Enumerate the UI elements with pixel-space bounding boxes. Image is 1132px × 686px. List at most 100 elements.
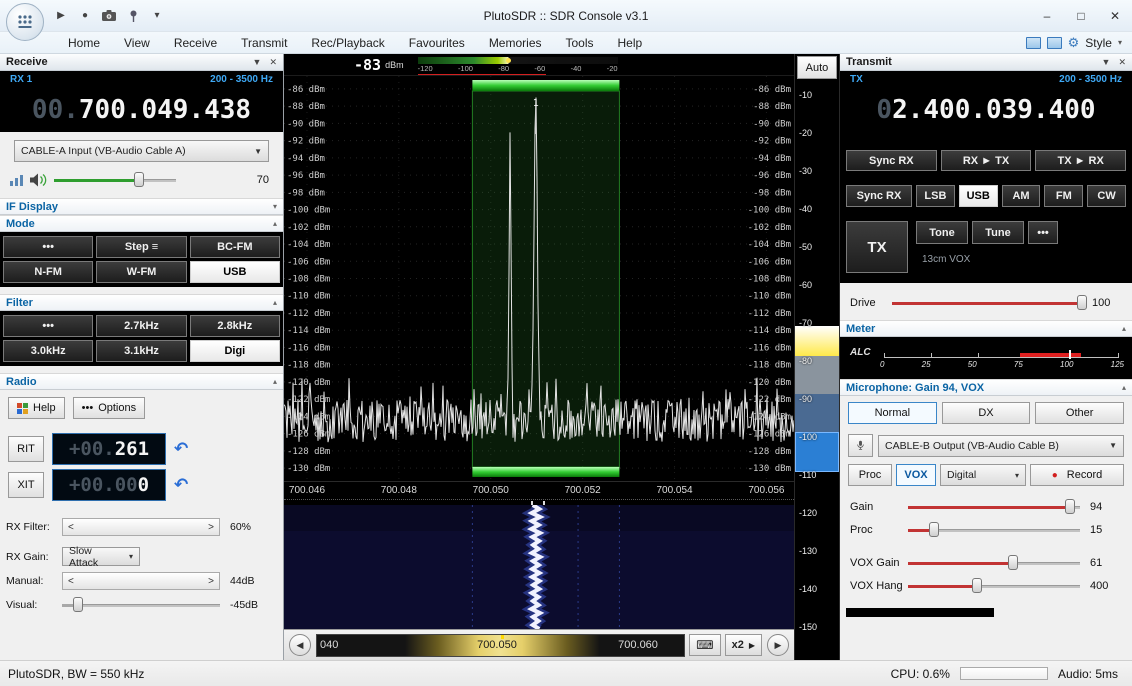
microphone-section-header[interactable]: Microphone: Gain 94, VOX ▴	[840, 379, 1132, 396]
meter-collapse-icon[interactable]: ▴	[1122, 324, 1126, 333]
tx-mode-lsb-button[interactable]: LSB	[916, 185, 955, 207]
tx-frequency-display[interactable]: 02.400.039.400	[840, 87, 1132, 132]
tab-favourites[interactable]: Favourites	[397, 32, 477, 54]
levels-icon[interactable]	[10, 174, 24, 186]
vox-hang-slider[interactable]	[908, 577, 1080, 594]
waterfall-separator[interactable]	[284, 499, 794, 505]
style-caret-icon[interactable]: ▾	[1118, 38, 1122, 47]
rit-display[interactable]: +00.261	[52, 433, 166, 465]
pin-icon[interactable]	[124, 7, 142, 25]
speaker-icon[interactable]	[30, 173, 48, 187]
rx-input-device-select[interactable]: CABLE-A Input (VB-Audio Cable A) ▼	[14, 140, 269, 162]
tab-transmit[interactable]: Transmit	[229, 32, 299, 54]
tx-mode-usb-button[interactable]: USB	[959, 185, 998, 207]
mode-section-header[interactable]: Mode ▴	[0, 215, 283, 232]
spinner-right-icon[interactable]: >	[208, 522, 214, 533]
tab-receive[interactable]: Receive	[162, 32, 229, 54]
tune-button[interactable]: Tune	[972, 221, 1024, 244]
style-menu[interactable]: Style	[1085, 36, 1112, 50]
palette-block-yellow[interactable]	[795, 326, 839, 356]
vox-gain-slider[interactable]	[908, 554, 1080, 571]
mode-wfm-button[interactable]: W-FM	[96, 261, 186, 283]
filter-3k0-button[interactable]: 3.0kHz	[3, 340, 93, 362]
transmit-panel-collapse-icon[interactable]: ▼	[1102, 57, 1111, 68]
app-menu-orb[interactable]	[6, 3, 44, 41]
qat-dropdown-icon[interactable]: ▾	[148, 7, 166, 25]
filter-3k1-button[interactable]: 3.1kHz	[96, 340, 186, 362]
filter-2k8-button[interactable]: 2.8kHz	[190, 315, 280, 337]
proc-slider[interactable]	[908, 521, 1080, 538]
tone-button[interactable]: Tone	[916, 221, 968, 244]
spinner-right-icon[interactable]: >	[208, 576, 214, 587]
waterfall-palette-scale[interactable]: -10-20-30-40-50-60-70-80-90-100-110-120-…	[795, 82, 839, 660]
visual-gain-slider[interactable]	[62, 596, 220, 613]
transmit-panel-close-icon[interactable]: ✕	[1118, 57, 1126, 68]
sync-rx-button[interactable]: Sync RX	[846, 150, 937, 171]
nav-right-icon[interactable]: ▶	[767, 634, 789, 656]
filter-more-button[interactable]: •••	[3, 315, 93, 337]
mode-collapse-icon[interactable]: ▴	[273, 219, 277, 228]
filter-collapse-icon[interactable]: ▴	[273, 298, 277, 307]
filter-section-header[interactable]: Filter ▴	[0, 294, 283, 311]
rx-frequency-display[interactable]: 00.700.049.438	[0, 87, 283, 132]
record-button[interactable]: ● Record	[1030, 464, 1124, 486]
tx-frequency-digits[interactable]: 2.400.039.400	[892, 95, 1096, 125]
tx-mode-cw-button[interactable]: CW	[1087, 185, 1126, 207]
filter-2k7-button[interactable]: 2.7kHz	[96, 315, 186, 337]
record-icon[interactable]: ●	[76, 7, 94, 25]
nav-left-icon[interactable]: ◀	[289, 634, 311, 656]
mode-usb-button[interactable]: USB	[190, 261, 280, 283]
minimize-button[interactable]: –	[1030, 3, 1064, 29]
receive-panel-collapse-icon[interactable]: ▼	[253, 57, 262, 68]
mode-more-button[interactable]: •••	[3, 236, 93, 258]
monitor-icon[interactable]	[1026, 37, 1041, 49]
tx-mode-am-button[interactable]: AM	[1002, 185, 1041, 207]
tab-rec-playback[interactable]: Rec/Playback	[299, 32, 396, 54]
tab-help[interactable]: Help	[606, 32, 655, 54]
tx-ptt-button[interactable]: TX	[846, 221, 908, 273]
meter-section-header[interactable]: Meter ▴	[840, 320, 1132, 337]
options-button[interactable]: ••• Options	[73, 397, 145, 419]
rit-undo-icon[interactable]: ↶	[174, 439, 188, 459]
mode-nfm-button[interactable]: N-FM	[3, 261, 93, 283]
mic-other-button[interactable]: Other	[1035, 402, 1124, 424]
band-overview-strip[interactable]: 040 700.050 700.060	[316, 634, 685, 657]
close-button[interactable]: ✕	[1098, 3, 1132, 29]
gain-slider[interactable]	[908, 498, 1080, 515]
mode-bcfm-button[interactable]: BC-FM	[190, 236, 280, 258]
style-gear-icon[interactable]: ⚙	[1068, 35, 1080, 51]
play-icon[interactable]: ▶	[52, 7, 70, 25]
vox-button[interactable]: VOX	[896, 464, 936, 486]
xit-undo-icon[interactable]: ↶	[174, 475, 188, 495]
spinner-left-icon[interactable]: <	[68, 576, 74, 587]
spectrum-plot[interactable]: 1-86 dBm-86 dBm-88 dBm-88 dBm-90 dBm-90 …	[284, 76, 794, 481]
mic-dx-button[interactable]: DX	[942, 402, 1031, 424]
tx-frequency-dim-digits[interactable]: 0	[876, 95, 892, 125]
manual-gain-spinner[interactable]: < >	[62, 572, 220, 590]
mode-step-button[interactable]: Step ≡	[96, 236, 186, 258]
if-display-collapse-icon[interactable]: ▾	[273, 202, 277, 211]
rx-gain-select[interactable]: Slow Attack ▾	[62, 547, 140, 566]
receive-panel-close-icon[interactable]: ✕	[269, 57, 277, 68]
if-display-section-header[interactable]: IF Display ▾	[0, 198, 283, 215]
xit-button[interactable]: XIT	[8, 472, 44, 498]
digital-select[interactable]: Digital ▾	[940, 464, 1026, 486]
rx-frequency-digits[interactable]: 700.049.438	[79, 95, 251, 125]
xit-display[interactable]: +00.000	[52, 469, 166, 501]
proc-button[interactable]: Proc	[848, 464, 892, 486]
zoom-button[interactable]: x2 ▶	[725, 634, 762, 656]
tx-more-button[interactable]: •••	[1028, 221, 1058, 244]
radio-collapse-icon[interactable]: ▴	[273, 377, 277, 386]
help-button[interactable]: Help	[8, 397, 65, 419]
monitor-icon-2[interactable]	[1047, 37, 1062, 49]
spinner-left-icon[interactable]: <	[68, 522, 74, 533]
maximize-button[interactable]: □	[1064, 3, 1098, 29]
radio-section-header[interactable]: Radio ▴	[0, 373, 283, 390]
tab-tools[interactable]: Tools	[554, 32, 606, 54]
mic-normal-button[interactable]: Normal	[848, 402, 937, 424]
volume-slider[interactable]	[54, 171, 176, 188]
microphone-button[interactable]	[848, 434, 873, 457]
tx-mode-fm-button[interactable]: FM	[1044, 185, 1083, 207]
sync-rx-mode-button[interactable]: Sync RX	[846, 185, 912, 207]
tab-memories[interactable]: Memories	[477, 32, 554, 54]
